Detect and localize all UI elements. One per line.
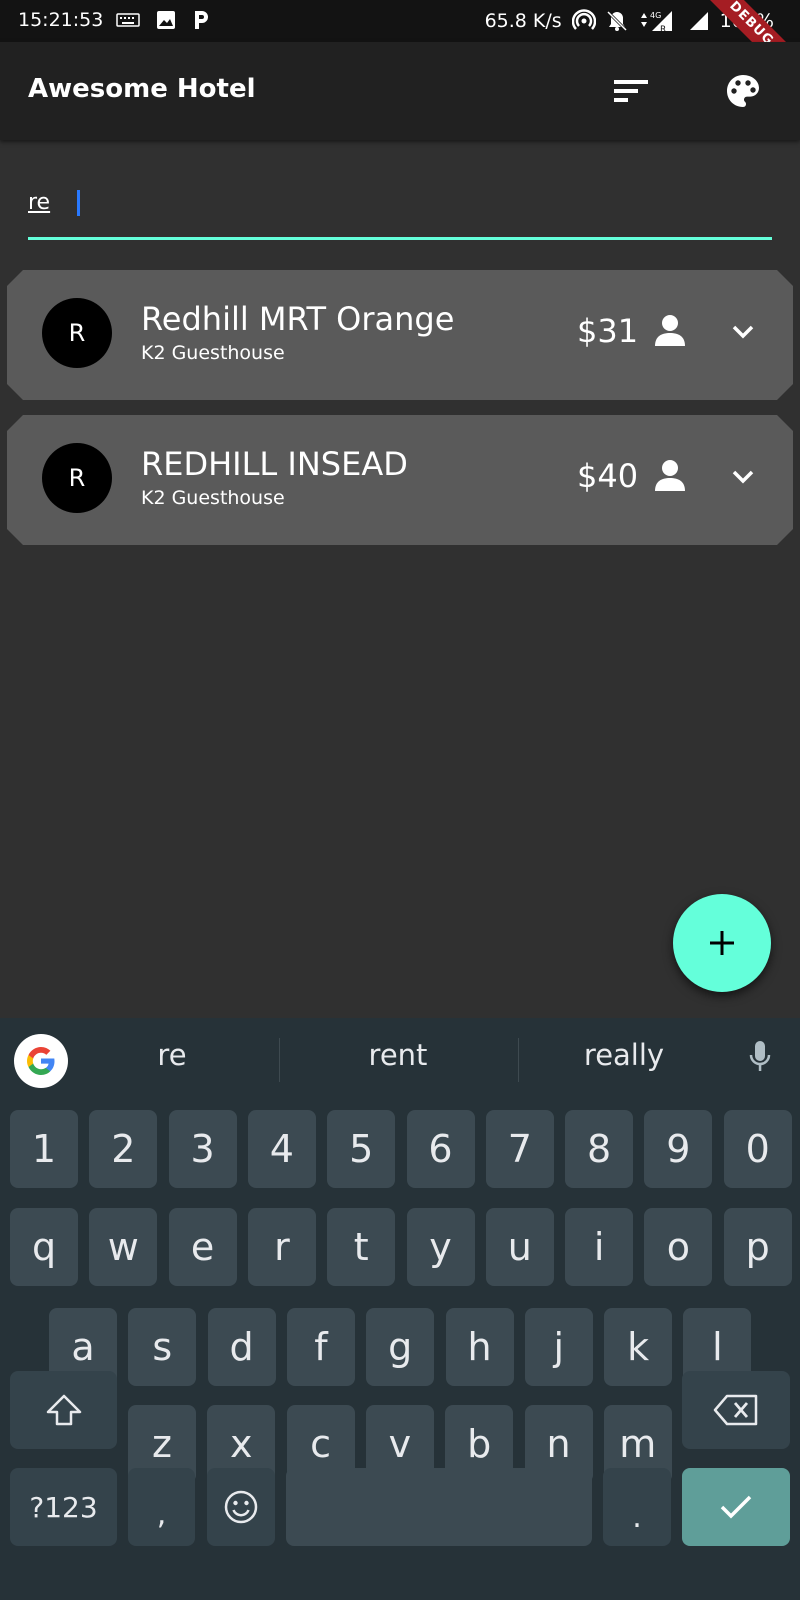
mute-icon <box>606 10 628 32</box>
parking-icon <box>192 9 210 31</box>
checkmark-icon <box>719 1494 753 1520</box>
key-3[interactable]: 3 <box>168 1110 237 1188</box>
key-t[interactable]: t <box>327 1208 396 1286</box>
key-g[interactable]: g <box>366 1308 435 1386</box>
signal-icon <box>688 10 710 32</box>
key-7[interactable]: 7 <box>485 1110 554 1188</box>
suggestion-item[interactable]: re <box>72 1038 272 1072</box>
hotel-card[interactable]: R Redhill MRT Orange K2 Guesthouse $31 <box>7 270 793 400</box>
key-q[interactable]: q <box>10 1208 78 1286</box>
price: $31 <box>577 312 639 350</box>
key-5[interactable]: 5 <box>327 1110 396 1188</box>
key-k[interactable]: k <box>604 1308 673 1386</box>
key-w[interactable]: w <box>89 1208 158 1286</box>
add-hotel-button[interactable] <box>673 894 771 992</box>
key-d[interactable]: d <box>207 1308 276 1386</box>
suggestion-divider <box>518 1038 519 1082</box>
app-bar: Awesome Hotel <box>0 42 800 140</box>
hotel-name: REDHILL INSEAD <box>141 445 408 483</box>
emoji-key[interactable] <box>207 1468 275 1546</box>
image-icon <box>156 10 176 30</box>
mic-icon[interactable] <box>748 1040 772 1080</box>
key-4[interactable]: 4 <box>247 1110 316 1188</box>
key-h[interactable]: h <box>445 1308 514 1386</box>
price: $40 <box>577 457 639 495</box>
palette-icon <box>725 73 761 109</box>
key-i[interactable]: i <box>565 1208 634 1286</box>
theme-button[interactable] <box>718 66 768 116</box>
key-r[interactable]: r <box>247 1208 316 1286</box>
key-s[interactable]: s <box>128 1308 197 1386</box>
chevron-down-icon <box>732 470 754 484</box>
key-2[interactable]: 2 <box>89 1110 158 1188</box>
symbols-key[interactable]: ?123 <box>10 1468 117 1546</box>
plus-icon <box>709 930 735 956</box>
hotspot-icon <box>571 9 596 33</box>
chevron-down-icon <box>732 325 754 339</box>
suggestion-item[interactable]: rent <box>298 1038 498 1072</box>
space-key[interactable] <box>286 1468 592 1546</box>
key-6[interactable]: 6 <box>406 1110 475 1188</box>
sort-icon <box>614 79 648 103</box>
google-button[interactable] <box>14 1034 68 1088</box>
net-speed: 65.8 K/s <box>484 10 562 32</box>
status-left-icons <box>116 9 210 31</box>
key-o[interactable]: o <box>644 1208 713 1286</box>
key-j[interactable]: j <box>524 1308 593 1386</box>
period-key[interactable]: . <box>603 1468 671 1546</box>
key-0[interactable]: 0 <box>723 1110 792 1188</box>
emoji-icon <box>223 1489 259 1525</box>
svg-text:R: R <box>660 25 666 33</box>
search-input-value: re <box>28 190 51 215</box>
app-title: Awesome Hotel <box>28 74 256 104</box>
backspace-key[interactable] <box>682 1371 790 1449</box>
google-g-icon <box>24 1044 58 1078</box>
svg-text:4G: 4G <box>650 11 661 20</box>
hotel-subtitle: K2 Guesthouse <box>141 487 285 509</box>
backspace-icon <box>713 1394 759 1426</box>
enter-key[interactable] <box>682 1468 790 1546</box>
avatar: R <box>42 298 112 368</box>
key-p[interactable]: p <box>723 1208 792 1286</box>
signal-4g-icon: 4G R <box>638 9 678 33</box>
soft-keyboard: re rent really 1234567890qwertyuiopasdfg… <box>0 1018 800 1600</box>
key-y[interactable]: y <box>406 1208 475 1286</box>
search-field[interactable]: re <box>28 182 772 240</box>
hotel-card[interactable]: R REDHILL INSEAD K2 Guesthouse $40 <box>7 415 793 545</box>
expand-button[interactable] <box>723 312 763 352</box>
key-e[interactable]: e <box>168 1208 237 1286</box>
key-9[interactable]: 9 <box>644 1110 713 1188</box>
suggestion-bar: re rent really <box>0 1018 800 1104</box>
shift-icon <box>45 1393 83 1427</box>
status-time: 15:21:53 <box>18 9 104 31</box>
suggestion-divider <box>279 1038 280 1082</box>
comma-key[interactable]: , <box>128 1468 195 1546</box>
avatar: R <box>42 443 112 513</box>
status-bar: 15:21:53 65.8 K/s 4G R DEBUG <box>0 0 800 100</box>
expand-button[interactable] <box>723 457 763 497</box>
key-1[interactable]: 1 <box>10 1110 78 1188</box>
person-icon <box>655 314 685 350</box>
screen: 15:21:53 65.8 K/s 4G R DEBUG Awesome Hot… <box>0 0 800 1600</box>
sort-button[interactable] <box>606 66 656 116</box>
text-cursor <box>77 190 80 216</box>
key-8[interactable]: 8 <box>565 1110 634 1188</box>
keyboard-icon <box>116 12 140 28</box>
shift-key[interactable] <box>10 1371 117 1449</box>
hotel-subtitle: K2 Guesthouse <box>141 342 285 364</box>
key-f[interactable]: f <box>286 1308 355 1386</box>
suggestion-item[interactable]: really <box>524 1038 724 1072</box>
key-u[interactable]: u <box>485 1208 554 1286</box>
person-icon <box>655 459 685 495</box>
hotel-name: Redhill MRT Orange <box>141 300 455 338</box>
